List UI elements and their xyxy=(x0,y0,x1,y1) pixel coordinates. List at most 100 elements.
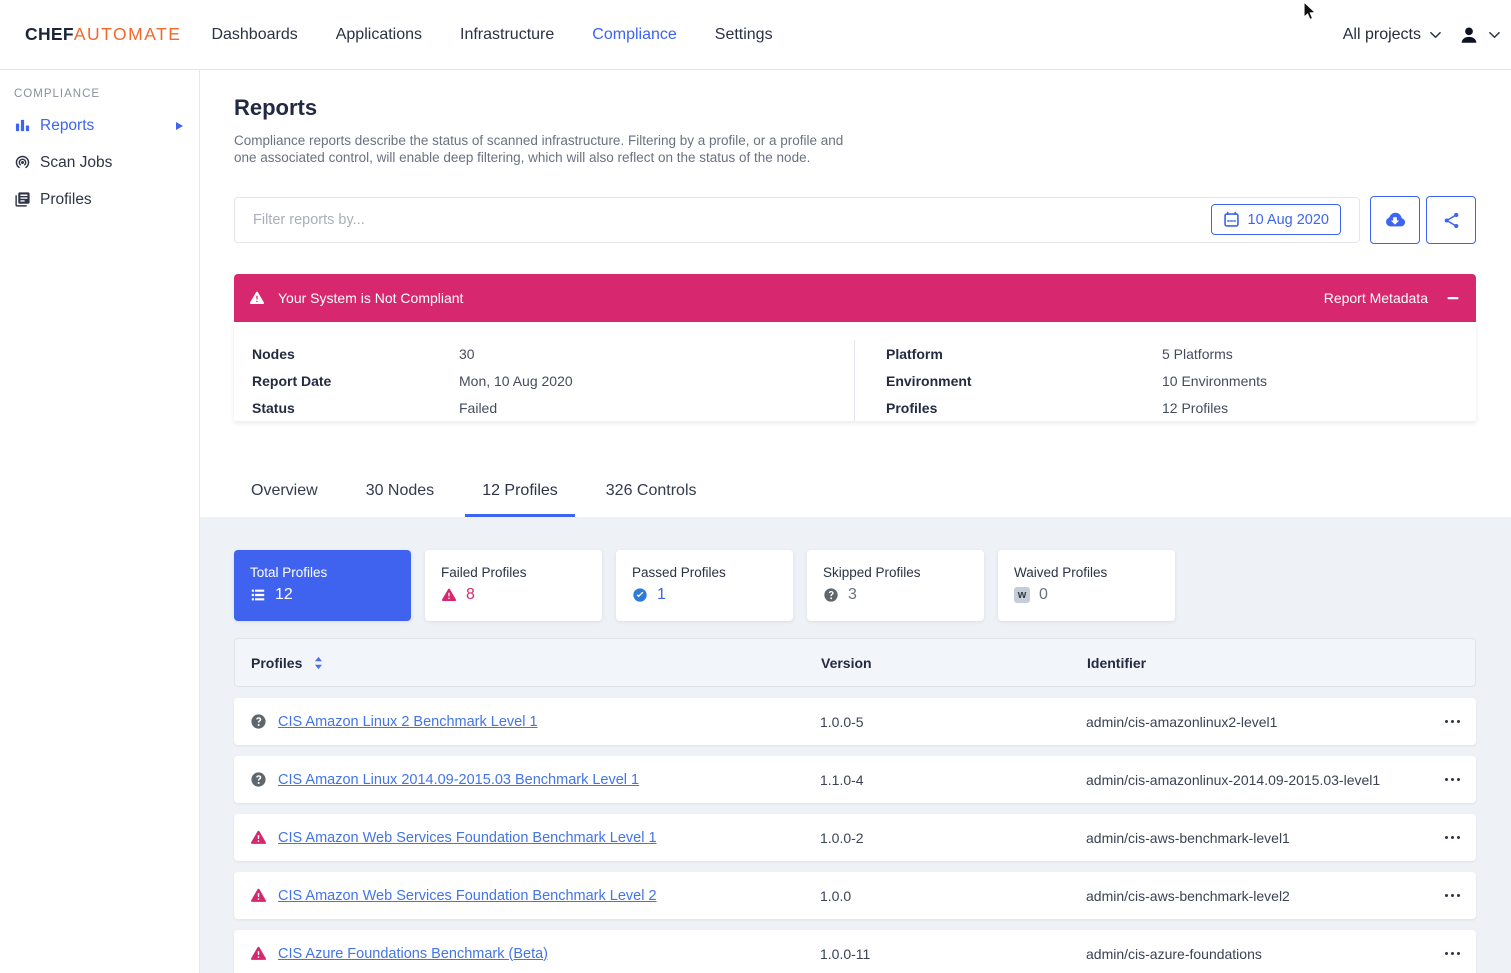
reports-content: Reports Compliance reports describe the … xyxy=(234,96,1476,517)
metadata-row: Environment10 Environments xyxy=(886,367,1476,394)
sidebar-item-label: Scan Jobs xyxy=(40,154,112,172)
profile-link[interactable]: CIS Amazon Linux 2014.09-2015.03 Benchma… xyxy=(278,772,639,788)
metadata-row: Report DateMon, 10 Aug 2020 xyxy=(252,367,854,394)
tab-profiles[interactable]: 12 Profiles xyxy=(465,482,575,517)
warning-triangle-icon xyxy=(249,290,265,306)
metadata-left-column: Nodes30 Report DateMon, 10 Aug 2020 Stat… xyxy=(234,340,855,421)
banner-message: Your System is Not Compliant xyxy=(278,290,463,306)
user-menu-chevron-down-icon[interactable] xyxy=(1489,31,1500,39)
profile-link[interactable]: CIS Amazon Web Services Foundation Bench… xyxy=(278,830,657,846)
profile-name-cell: CIS Amazon Web Services Foundation Bench… xyxy=(250,887,820,904)
profiles-tab-panel: Total Profiles 12 Failed Profiles 8 Pass… xyxy=(200,517,1511,973)
column-header-profiles[interactable]: Profiles xyxy=(251,655,302,671)
profile-status-cards: Total Profiles 12 Failed Profiles 8 Pass… xyxy=(234,550,1476,621)
nav-settings[interactable]: Settings xyxy=(715,26,773,44)
chef-automate-logo[interactable]: CHEFAUTOMATE xyxy=(25,24,181,45)
question-circle-icon xyxy=(250,713,267,730)
sort-icon[interactable] xyxy=(314,656,323,670)
card-title: Waived Profiles xyxy=(1014,565,1159,580)
metadata-label: Nodes xyxy=(252,346,459,362)
date-picker-button[interactable]: 10 Aug 2020 xyxy=(1211,204,1341,235)
sidebar-item-reports[interactable]: Reports xyxy=(0,107,199,144)
metadata-value: 10 Environments xyxy=(1162,373,1267,389)
tab-overview[interactable]: Overview xyxy=(234,482,335,517)
card-failed-profiles[interactable]: Failed Profiles 8 xyxy=(425,550,602,621)
chevron-down-icon[interactable] xyxy=(1430,31,1441,39)
user-avatar-icon[interactable] xyxy=(1458,24,1480,46)
sidebar-item-scan-jobs[interactable]: Scan Jobs xyxy=(0,144,199,181)
card-passed-profiles[interactable]: Passed Profiles 1 xyxy=(616,550,793,621)
page-title: Reports xyxy=(234,96,1476,120)
card-value: 12 xyxy=(275,586,293,604)
card-value-row: 3 xyxy=(823,586,968,604)
card-value-row: 1 xyxy=(632,586,777,604)
card-skipped-profiles[interactable]: Skipped Profiles 3 xyxy=(807,550,984,621)
collapse-minus-icon[interactable] xyxy=(1447,292,1459,304)
card-value: 8 xyxy=(466,586,475,604)
nav-dashboards[interactable]: Dashboards xyxy=(211,26,297,44)
report-metadata-panel: Nodes30 Report DateMon, 10 Aug 2020 Stat… xyxy=(234,322,1476,421)
row-options-ellipsis[interactable] xyxy=(1430,836,1460,840)
filter-input[interactable] xyxy=(253,212,1153,228)
card-title: Failed Profiles xyxy=(441,565,586,580)
metadata-row: Nodes30 xyxy=(252,340,854,367)
download-report-button[interactable] xyxy=(1370,196,1420,244)
column-header-identifier: Identifier xyxy=(1087,655,1429,671)
tab-nodes[interactable]: 30 Nodes xyxy=(349,482,452,517)
row-options-ellipsis[interactable] xyxy=(1430,720,1460,724)
profile-version: 1.0.0-11 xyxy=(820,946,1086,962)
metadata-label: Environment xyxy=(886,373,1162,389)
compliance-status-banner: Your System is Not Compliant Report Meta… xyxy=(234,274,1476,322)
sidebar-item-label: Reports xyxy=(40,117,94,135)
nav-applications[interactable]: Applications xyxy=(336,26,422,44)
share-report-button[interactable] xyxy=(1426,196,1476,244)
table-row: CIS Amazon Web Services Foundation Bench… xyxy=(234,814,1476,861)
metadata-row: Profiles12 Profiles xyxy=(886,394,1476,421)
projects-filter-label[interactable]: All projects xyxy=(1343,26,1421,44)
profile-name-cell: CIS Amazon Linux 2 Benchmark Level 1 xyxy=(250,713,820,730)
question-circle-icon xyxy=(823,587,839,603)
tab-controls[interactable]: 326 Controls xyxy=(589,482,714,517)
table-row: CIS Amazon Web Services Foundation Bench… xyxy=(234,872,1476,919)
card-total-profiles[interactable]: Total Profiles 12 xyxy=(234,550,411,621)
card-value: 0 xyxy=(1039,586,1048,604)
row-options-ellipsis[interactable] xyxy=(1430,778,1460,782)
metadata-label: Platform xyxy=(886,346,1162,362)
calendar-icon xyxy=(1223,211,1240,228)
metadata-label: Status xyxy=(252,400,459,416)
chef-automate-app: CHEFAUTOMATE Dashboards Applications Inf… xyxy=(0,0,1511,973)
sidebar-item-profiles[interactable]: Profiles xyxy=(0,181,199,218)
compliance-sidebar: COMPLIANCE Reports Scan Jobs Profiles xyxy=(0,70,200,973)
column-header-version: Version xyxy=(821,655,1087,671)
profile-link[interactable]: CIS Amazon Web Services Foundation Bench… xyxy=(278,888,657,904)
nav-right-controls: All projects xyxy=(1343,24,1500,46)
profile-link[interactable]: CIS Amazon Linux 2 Benchmark Level 1 xyxy=(278,714,538,730)
profile-link[interactable]: CIS Azure Foundations Benchmark (Beta) xyxy=(278,946,548,962)
metadata-value: 12 Profiles xyxy=(1162,400,1228,416)
metadata-value: Mon, 10 Aug 2020 xyxy=(459,373,573,389)
filter-bar: 10 Aug 2020 xyxy=(234,197,1360,243)
table-row: CIS Amazon Linux 2014.09-2015.03 Benchma… xyxy=(234,756,1476,803)
sidebar-section-label: COMPLIANCE xyxy=(14,88,199,100)
row-options-ellipsis[interactable] xyxy=(1430,952,1460,956)
metadata-label: Report Date xyxy=(252,373,459,389)
waived-badge-icon: w xyxy=(1014,587,1030,603)
card-waived-profiles[interactable]: Waived Profiles w 0 xyxy=(998,550,1175,621)
warning-triangle-icon xyxy=(250,829,267,846)
nav-infrastructure[interactable]: Infrastructure xyxy=(460,26,554,44)
profile-identifier: admin/cis-amazonlinux-2014.09-2015.03-le… xyxy=(1086,772,1430,788)
document-icon xyxy=(14,191,31,208)
date-label: 10 Aug 2020 xyxy=(1248,212,1329,228)
report-metadata-toggle[interactable]: Report Metadata xyxy=(1324,290,1428,306)
warning-triangle-icon xyxy=(250,945,267,962)
row-options-ellipsis[interactable] xyxy=(1430,894,1460,898)
metadata-right-column: Platform5 Platforms Environment10 Enviro… xyxy=(855,340,1476,421)
check-circle-icon xyxy=(632,587,648,603)
table-row: CIS Azure Foundations Benchmark (Beta) 1… xyxy=(234,930,1476,973)
question-circle-icon xyxy=(250,771,267,788)
nav-compliance[interactable]: Compliance xyxy=(592,26,676,44)
card-value-row: 8 xyxy=(441,586,586,604)
metadata-value: 30 xyxy=(459,346,475,362)
profile-version: 1.1.0-4 xyxy=(820,772,1086,788)
expand-arrow-icon[interactable] xyxy=(174,121,184,131)
